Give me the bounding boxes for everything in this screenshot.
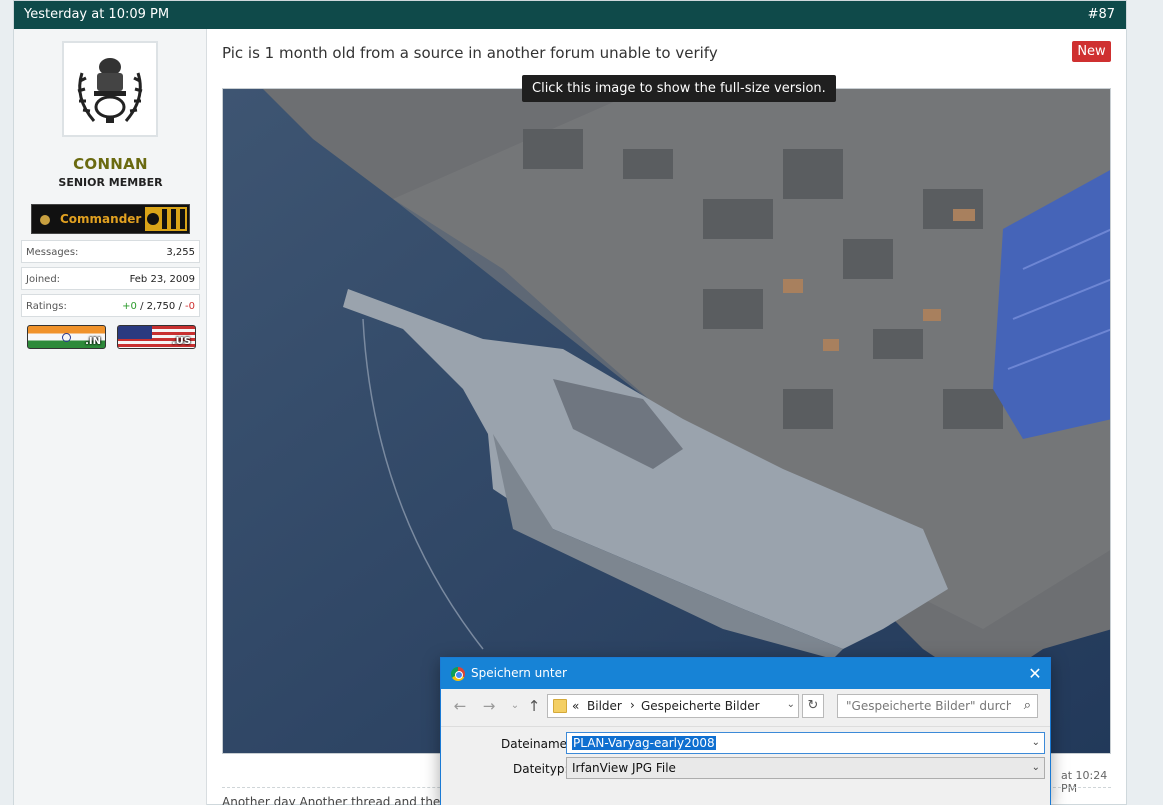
address-bar[interactable]: « Bilder › Gespeicherte Bilder ⌄ (547, 694, 799, 718)
attachment-image[interactable] (222, 88, 1111, 754)
stat-label: Messages: (26, 247, 79, 258)
search-input[interactable]: "Gespeicherte Bilder" durchsuchen ⌕ (837, 694, 1038, 718)
stat-joined: Joined: Feb 23, 2009 (21, 267, 200, 290)
filename-label: Dateiname: (501, 737, 572, 751)
ratings-separator: / (136, 301, 147, 312)
filetype-select[interactable]: IrfanView JPG File ⌄ (566, 757, 1045, 779)
dialog-titlebar[interactable]: Speichern unter ✕ (441, 658, 1050, 689)
stat-value: 3,255 (166, 247, 195, 258)
breadcrumb-separator[interactable]: › (630, 698, 635, 712)
breadcrumb-gespeicherte-bilder[interactable]: Gespeicherte Bilder (641, 699, 760, 713)
flag-code: .US (171, 336, 191, 347)
dialog-title: Speichern unter (471, 666, 567, 680)
filename-field[interactable]: PLAN-Varyag-early2008 ⌄ (566, 732, 1045, 754)
ratings-negative: -0 (185, 301, 195, 312)
forward-arrow-icon[interactable]: → (478, 697, 500, 715)
breadcrumb-overflow[interactable]: « (572, 699, 579, 713)
chevron-down-icon[interactable]: ⌄ (1032, 737, 1040, 748)
post-date[interactable]: Yesterday at 10:09 PM (24, 7, 169, 22)
filetype-label: Dateityp: (513, 762, 569, 776)
ratings-neutral: 2,750 (146, 301, 176, 312)
image-tooltip: Click this image to show the full-size v… (522, 75, 836, 102)
stat-label: Ratings: (26, 301, 67, 312)
flag-india: .IN (27, 325, 106, 349)
flag-usa: .US (117, 325, 196, 349)
rank-badge: Commander (31, 204, 190, 234)
rank-label: Commander (60, 212, 142, 226)
rank-star-icon (40, 215, 50, 225)
up-arrow-icon[interactable]: ↑ (523, 697, 545, 715)
emblem-icon (77, 58, 143, 123)
post-footer-date: at 10:24 PM (1061, 769, 1108, 795)
flag-canton (118, 326, 152, 339)
user-title: SENIOR MEMBER (58, 176, 163, 189)
stat-ratings: Ratings: +0 / 2,750 / -0 (21, 294, 200, 317)
save-as-dialog: Speichern unter ✕ ← → ⌄ ↑ « Bilder › Ges… (440, 657, 1051, 805)
filetype-value: IrfanView JPG File (572, 761, 676, 775)
page-scrollbar[interactable] (1146, 0, 1163, 805)
breadcrumb-bilder[interactable]: Bilder (587, 699, 622, 713)
refresh-icon[interactable]: ↻ (802, 694, 824, 718)
chrome-icon (451, 667, 465, 681)
next-post-preview: Another day Another thread and the (222, 795, 441, 805)
username[interactable]: CONNAN (14, 155, 207, 173)
chakra-icon (62, 333, 71, 342)
back-arrow-icon[interactable]: ← (449, 697, 471, 715)
satellite-image (223, 89, 1110, 753)
post-permalink[interactable]: #87 (1088, 7, 1115, 22)
avatar[interactable] (62, 41, 158, 137)
chevron-down-icon[interactable]: ⌄ (1032, 762, 1040, 773)
ratings-separator: / (175, 301, 186, 312)
post-header: Yesterday at 10:09 PM #87 (14, 1, 1126, 29)
rank-stripes-icon (145, 207, 187, 231)
search-placeholder: "Gespeicherte Bilder" durchsuchen (846, 699, 1011, 713)
stat-messages: Messages: 3,255 (21, 240, 200, 263)
flag-code: .IN (85, 336, 101, 347)
message-text: Pic is 1 month old from a source in anot… (222, 44, 718, 62)
chevron-down-icon[interactable]: ⌄ (787, 699, 795, 710)
ratings-value: +0 / 2,750 / -0 (122, 301, 195, 312)
stat-label: Joined: (26, 274, 61, 285)
folder-icon (553, 699, 567, 713)
dialog-body: Dateiname: PLAN-Varyag-early2008 ⌄ Datei… (441, 726, 1050, 805)
stat-value: Feb 23, 2009 (129, 274, 195, 285)
search-icon: ⌕ (1023, 698, 1031, 713)
close-icon[interactable]: ✕ (1020, 658, 1050, 689)
new-badge: New (1072, 41, 1111, 62)
filename-value: PLAN-Varyag-early2008 (572, 736, 716, 750)
user-sidebar: CONNAN SENIOR MEMBER Commander Messages:… (14, 29, 207, 805)
ratings-positive: +0 (122, 301, 137, 312)
